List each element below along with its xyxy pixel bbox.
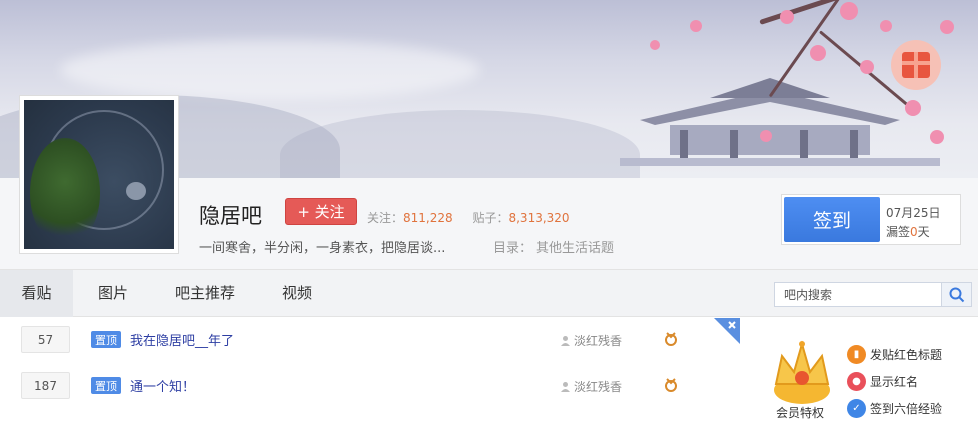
missed-prefix: 漏签 [886,225,911,239]
user-icon [561,336,570,346]
banner-mist [60,40,480,100]
avatar-image [24,100,174,249]
catalog-label: 目录： [493,241,533,256]
user-icon [561,382,570,392]
pinned-badge: 置顶 [91,331,121,348]
catalog-link[interactable]: 其他生活话题 [536,241,614,256]
thread-author[interactable]: 淡红残香 [560,378,622,395]
missed-days: 0 [910,225,918,239]
bar-name[interactable]: 隐居吧 [199,200,262,230]
search-input[interactable] [775,283,942,306]
blossom [650,40,660,50]
thread-title[interactable]: 我在隐居吧__年了 [130,330,234,349]
blossom [810,45,826,61]
crown-icon [774,340,830,404]
blossom [840,2,858,20]
thread-row: 57 置顶 我在隐居吧__年了 淡红残香 [0,318,740,364]
bar-catalog: 目录： 其他生活话题 [493,237,614,256]
thread-author[interactable]: 淡红残香 [560,332,622,349]
search-button[interactable] [941,283,971,306]
follow-count: 811,228 [403,211,453,225]
reply-count: 187 [21,372,70,399]
banner-hill [280,110,640,178]
pinned-badge: 置顶 [91,377,121,394]
bookmark-icon: ▮ [847,344,866,364]
reply-count: 57 [21,326,70,353]
avatar-tree [30,138,100,248]
sign-icon: ✓ [847,398,866,418]
thread-row: 187 置顶 通一个知！ 淡红残香 [0,364,740,410]
author-name: 淡红残香 [574,380,623,394]
post-count: 8,313,320 [508,211,570,225]
blossom [690,20,702,32]
post-count-label: 贴子： [472,211,509,225]
bar-slogan: 一间寒舍，半分闲，一身素衣，把隐居谈... [199,241,446,256]
tab-images[interactable]: 图片 [82,270,144,317]
blossom [860,60,874,74]
thread-list: 57 置顶 我在隐居吧__年了 淡红残香 187 置顶 通一个知！ 淡红残香 [0,318,740,413]
tab-threads[interactable]: 看贴 [0,270,73,317]
perk-label: 签到六倍经验 [870,401,943,416]
missed-suffix: 天 [917,225,930,239]
chat-icon: ● [847,371,866,391]
medal-icon [665,378,677,392]
missed-sign-count: 漏签0天 [886,223,930,240]
blossom [905,100,921,116]
avatar-stone [126,182,146,200]
perk-six-times-exp[interactable]: ✓ 签到六倍经验 [847,398,942,418]
medal-icon [665,332,677,346]
close-ad-button[interactable] [714,318,740,344]
blossom [780,10,794,24]
perk-label: 发贴红色标题 [870,347,943,362]
tab-recommended[interactable]: 吧主推荐 [160,270,250,317]
perk-label: 显示红名 [870,374,919,389]
thread-title[interactable]: 通一个知！ [130,376,195,395]
perk-red-title[interactable]: ▮ 发贴红色标题 [847,344,942,364]
sign-in-panel: 签到 07月25日 漏签0天 [781,194,961,245]
blossom [880,20,892,32]
perk-red-name[interactable]: ● 显示红名 [847,371,918,391]
gift-icon [902,52,930,78]
bar-stats: 关注：811,228 贴子：8,313,320 [367,209,586,226]
gift-button[interactable] [891,40,941,90]
pavilion-illustration [620,78,940,166]
sign-date: 07月25日 [886,206,941,220]
blossom [930,130,944,144]
follow-count-label: 关注： [367,211,404,225]
tab-videos[interactable]: 视频 [266,270,328,317]
blossom [940,20,954,34]
sign-in-button[interactable]: 签到 [784,197,880,242]
blossom [760,130,772,142]
search-icon [949,287,964,302]
author-name: 淡红残香 [574,334,623,348]
bar-avatar[interactable] [19,95,179,254]
bar-search [774,282,972,307]
follow-button[interactable]: + 关注 [285,198,357,225]
